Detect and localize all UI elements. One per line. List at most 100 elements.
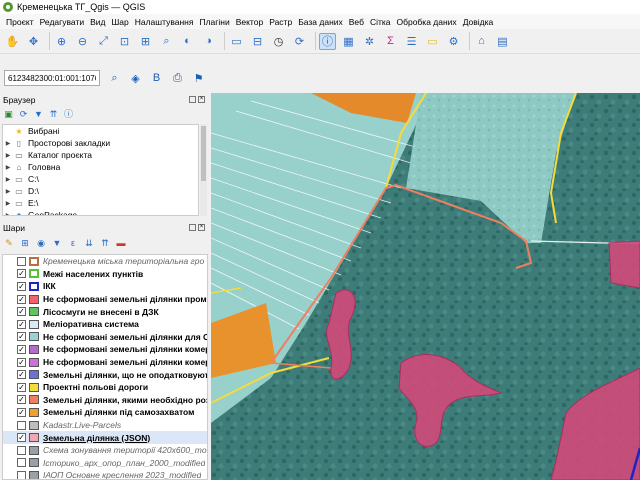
remove-layer-icon[interactable]: ▬ [115,237,127,249]
map-svg[interactable] [211,93,640,480]
layer-item[interactable]: ✓ Земельні ділянки, що не оподатковуються [3,368,207,381]
expand-arrow-icon[interactable]: ▶ [3,200,13,207]
zoom-in-icon[interactable]: ⊕ [53,33,70,50]
layer-visibility-checkbox[interactable]: ✓ [17,370,26,380]
layer-item[interactable]: ІАОП Основне креслення 2023_modified [3,469,207,479]
map-tip-icon[interactable]: ◈ [127,70,144,87]
float-panel-icon[interactable] [189,96,196,103]
search-parcel-icon[interactable]: ⌕ [106,70,123,87]
layer-visibility-checkbox[interactable] [17,445,26,455]
annotation-icon[interactable]: ▭ [424,33,441,50]
layer-item[interactable]: ✓ Меліоративна система [3,318,207,331]
browser-item[interactable]: ▶ ⌂ Головна [3,161,198,173]
menu-item[interactable]: Вектор [233,17,266,27]
refresh-icon[interactable]: ⟳ [291,33,308,50]
menu-item[interactable]: Обробка даних [394,17,460,27]
expand-arrow-icon[interactable]: ▶ [3,152,13,159]
menu-item[interactable]: Сітка [367,17,394,27]
collapse-all-icon[interactable]: ⇈ [48,109,59,120]
layer-item[interactable]: Схема зонування території 420х600_mo [3,444,207,457]
layer-visibility-checkbox[interactable]: ✓ [17,433,26,443]
browser-scrollbar[interactable] [200,124,207,216]
layer-visibility-checkbox[interactable]: ✓ [17,281,26,291]
layer-item[interactable]: ✓ Земельні ділянки під самозахватом [3,406,207,419]
attribute-table-icon[interactable]: ▦ [340,33,357,50]
zoom-full-icon[interactable]: ⤢ [95,33,112,50]
zoom-to-selection-icon[interactable]: ⊡ [116,33,133,50]
settings-gear-icon[interactable]: ✲ [361,33,378,50]
layer-visibility-checkbox[interactable]: ✓ [17,357,26,367]
menu-item[interactable]: Редагувати [37,17,87,27]
filter-expression-icon[interactable]: ε [67,237,79,249]
collapse-all-icon[interactable]: ⇈ [99,237,111,249]
layer-item[interactable]: ✓ Не сформовані земельні ділянки комерці [3,343,207,356]
map-canvas[interactable] [211,93,640,480]
menu-item[interactable]: Растр [266,17,295,27]
style-brush-icon[interactable]: ✎ [3,237,15,249]
browser-item[interactable]: ▶ ▯ Просторові закладки [3,137,198,149]
menu-item[interactable]: Плагіни [196,17,232,27]
add-layer-icon[interactable]: ▣ [3,109,14,120]
plugin-settings-icon[interactable]: ⚙ [445,33,462,50]
show-bookmarks-icon[interactable]: ⊟ [249,33,266,50]
layer-visibility-checkbox[interactable] [17,420,26,430]
new-bookmark-icon[interactable]: ▭ [228,33,245,50]
layer-item[interactable]: ✓ Не сформовані земельні ділянки промисл [3,293,207,306]
statistics-sigma-icon[interactable]: Σ [382,33,399,50]
expand-arrow-icon[interactable]: ▶ [3,164,13,171]
filter-icon[interactable]: ▼ [33,109,44,120]
layer-item[interactable]: ✓ Земельна ділянка (JSON) [3,431,207,444]
menu-item[interactable]: Шар [108,17,131,27]
browser-item[interactable]: ★ Вибрані [3,125,198,137]
layer-visibility-checkbox[interactable]: ✓ [17,319,26,329]
filter-legend-icon[interactable]: ▼ [51,237,63,249]
temporal-controller-icon[interactable]: ◷ [270,33,287,50]
zoom-to-layer-icon[interactable]: ⊞ [137,33,154,50]
layer-item[interactable]: ✓ Не сформовані земельні ділянки для ОЖІ [3,331,207,344]
zoom-next-icon[interactable]: ◑ [200,33,217,50]
cadastral-number-input[interactable] [4,70,100,86]
browser-item[interactable]: ▶ ▭ D:\ [3,185,198,197]
cadastre-info-icon[interactable]: Β [148,70,165,87]
zoom-out-icon[interactable]: ⊖ [74,33,91,50]
close-panel-icon[interactable]: × [198,224,205,231]
layer-item[interactable]: Кременецька міська територіальна гро [3,255,207,268]
close-panel-icon[interactable]: × [198,96,205,103]
float-panel-icon[interactable] [189,224,196,231]
expand-arrow-icon[interactable]: ▶ [3,176,13,183]
layer-visibility-checkbox[interactable]: ✓ [17,344,26,354]
layer-visibility-checkbox[interactable]: ✓ [17,269,26,279]
layer-item[interactable]: ✓ Лісосмуги не внесені в ДЗК [3,305,207,318]
zoom-native-icon[interactable]: ⌕ [158,33,175,50]
python-icon[interactable]: ⌂ [473,33,490,50]
layer-visibility-checkbox[interactable]: ✓ [17,307,26,317]
layer-item[interactable]: ✓ Не сформовані земельні ділянки комерці [3,356,207,369]
menu-item[interactable]: Довідка [460,17,497,27]
layer-item[interactable]: ✓ ІКК [3,280,207,293]
refresh-icon[interactable]: ⟳ [18,109,29,120]
layer-visibility-checkbox[interactable] [17,470,26,479]
expand-all-icon[interactable]: ⇊ [83,237,95,249]
browser-item[interactable]: ▶ ◆ GeoPackage [3,209,198,216]
browser-item[interactable]: ▶ ▭ C:\ [3,173,198,185]
layout-grid-icon[interactable]: ▤ [494,33,511,50]
visibility-eye-icon[interactable]: ◉ [35,237,47,249]
pan-to-selection-icon[interactable]: ✥ [25,33,42,50]
identify-icon[interactable]: ⓘ [319,32,336,50]
layer-item[interactable]: ✓ Проектні польові дороги [3,381,207,394]
add-group-icon[interactable]: ⊞ [19,237,31,249]
menu-item[interactable]: База даних [295,17,346,27]
layer-item[interactable]: Kadastr.Live-Parcels [3,419,207,432]
properties-icon[interactable]: ⓘ [63,109,74,120]
layer-visibility-checkbox[interactable] [17,256,26,266]
menu-item[interactable]: Вид [87,17,108,27]
zoom-last-icon[interactable]: ◐ [179,33,196,50]
layer-visibility-checkbox[interactable]: ✓ [17,395,26,405]
layer-item[interactable]: Історико_арх_опор_план_2000_modified [3,457,207,470]
layer-visibility-checkbox[interactable]: ✓ [17,382,26,392]
pan-hand-icon[interactable]: ✋ [4,33,21,50]
layer-item[interactable]: ✓ Земельні ділянки, якими необхідно розпо [3,394,207,407]
menu-item[interactable]: Веб [346,17,367,27]
expand-arrow-icon[interactable]: ▶ [3,212,13,216]
layer-visibility-checkbox[interactable] [17,458,26,468]
